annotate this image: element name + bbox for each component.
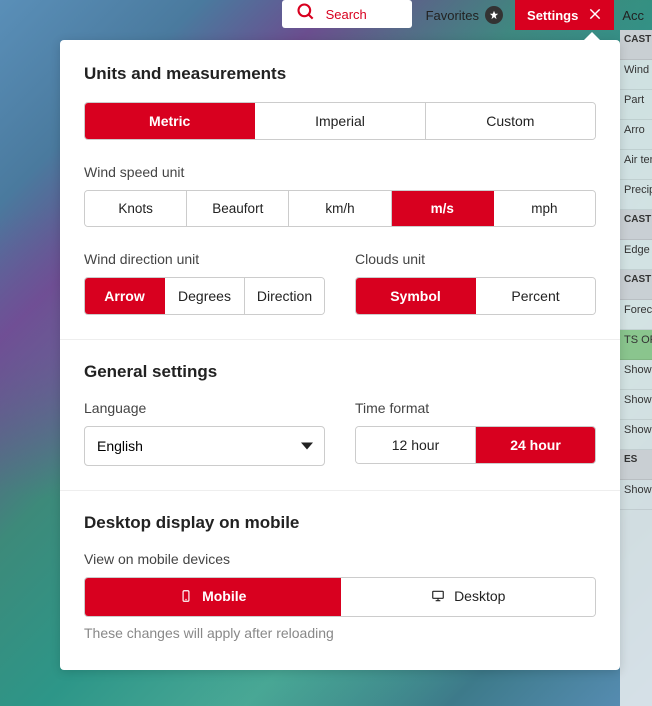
side-item: Show — [620, 480, 652, 510]
account-tab[interactable]: Acc — [614, 0, 652, 30]
close-icon[interactable] — [588, 7, 602, 24]
clouds-symbol[interactable]: Symbol — [356, 278, 476, 314]
side-item: Show — [620, 390, 652, 420]
divider — [60, 339, 620, 340]
side-item: Air ten — [620, 150, 652, 180]
desktop-mobile-title: Desktop display on mobile — [84, 513, 596, 533]
mobile-view-group: Mobile Desktop — [84, 577, 596, 617]
language-select[interactable]: English — [84, 426, 325, 466]
unit-system-custom[interactable]: Custom — [426, 103, 595, 139]
favorites-tab[interactable]: Favorites — [414, 0, 515, 30]
unit-system-group: Metric Imperial Custom — [84, 102, 596, 140]
search-icon — [296, 2, 316, 27]
time-format-group: 12 hour 24 hour — [355, 426, 596, 464]
star-badge-icon — [485, 6, 503, 24]
side-item: Show — [620, 420, 652, 450]
side-item: ES — [620, 450, 652, 480]
side-item: Wind s — [620, 60, 652, 90]
search-placeholder: Search — [326, 7, 367, 22]
wind-speed-kmh[interactable]: km/h — [289, 191, 391, 226]
wind-direction-group: Arrow Degrees Direction — [84, 277, 325, 315]
side-item: CAST — [620, 210, 652, 240]
time-12hour[interactable]: 12 hour — [356, 427, 476, 463]
clouds-group: Symbol Percent — [355, 277, 596, 315]
side-item: Show — [620, 360, 652, 390]
time-format-label: Time format — [355, 400, 596, 416]
side-item: CAST — [620, 270, 652, 300]
settings-panel: Units and measurements Metric Imperial C… — [60, 40, 620, 670]
side-item: Arro — [620, 120, 652, 150]
divider — [60, 490, 620, 491]
mobile-icon — [178, 589, 194, 606]
mobile-view-label: View on mobile devices — [84, 551, 596, 567]
wind-direction-label: Wind direction unit — [84, 251, 325, 267]
unit-system-imperial[interactable]: Imperial — [255, 103, 425, 139]
wind-speed-knots[interactable]: Knots — [85, 191, 187, 226]
language-label: Language — [84, 400, 325, 416]
wind-speed-label: Wind speed unit — [84, 164, 596, 180]
top-navigation: Search Favorites Settings Acc — [0, 0, 652, 30]
background-sidebar: CAST Wind s Part Arro Air ten Precip CAS… — [620, 30, 652, 706]
units-section-title: Units and measurements — [84, 64, 596, 84]
general-section-title: General settings — [84, 362, 596, 382]
side-item: TS OF — [620, 330, 652, 360]
clouds-label: Clouds unit — [355, 251, 596, 267]
settings-tab[interactable]: Settings — [515, 0, 614, 30]
side-item: Edge — [620, 240, 652, 270]
wind-dir-degrees[interactable]: Degrees — [165, 278, 245, 314]
wind-dir-arrow[interactable]: Arrow — [85, 278, 165, 314]
settings-label: Settings — [527, 8, 578, 23]
favorites-label: Favorites — [426, 8, 479, 23]
panel-pointer — [584, 32, 600, 40]
view-mobile[interactable]: Mobile — [85, 578, 341, 616]
side-item: Part — [620, 90, 652, 120]
wind-dir-direction[interactable]: Direction — [245, 278, 324, 314]
settings-scroll[interactable]: Units and measurements Metric Imperial C… — [60, 40, 620, 670]
time-24hour[interactable]: 24 hour — [476, 427, 595, 463]
unit-system-metric[interactable]: Metric — [85, 103, 255, 139]
clouds-percent[interactable]: Percent — [476, 278, 595, 314]
side-item: Foreca — [620, 300, 652, 330]
desktop-icon — [430, 589, 446, 606]
wind-speed-ms[interactable]: m/s — [392, 191, 494, 226]
search-box[interactable]: Search — [282, 0, 412, 28]
side-item: Precip — [620, 180, 652, 210]
reload-hint: These changes will apply after reloading — [84, 625, 596, 641]
view-desktop[interactable]: Desktop — [341, 578, 596, 616]
side-item: CAST — [620, 30, 652, 60]
wind-speed-group: Knots Beaufort km/h m/s mph — [84, 190, 596, 227]
wind-speed-mph[interactable]: mph — [494, 191, 595, 226]
wind-speed-beaufort[interactable]: Beaufort — [187, 191, 289, 226]
